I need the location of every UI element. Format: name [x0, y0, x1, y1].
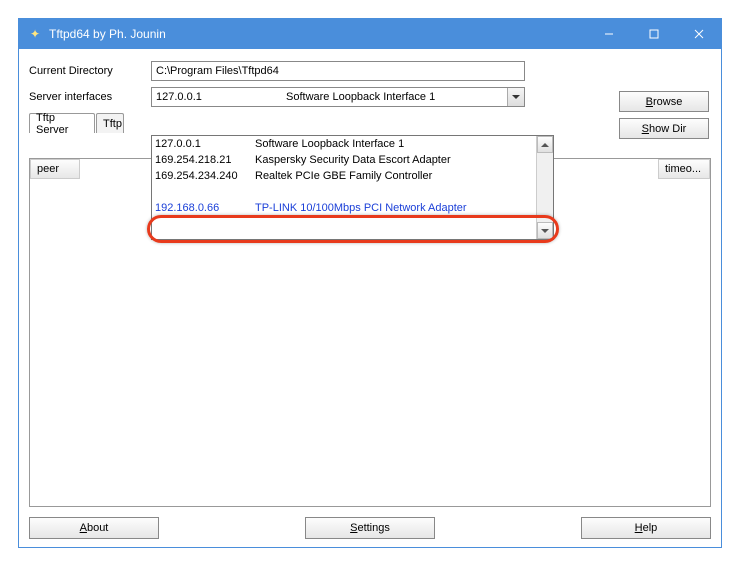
scroll-down-icon[interactable]	[537, 222, 553, 239]
help-button[interactable]: Help	[581, 517, 711, 539]
dropdown-item[interactable]: 169.254.218.21 Kaspersky Security Data E…	[152, 152, 536, 168]
close-button[interactable]	[676, 19, 721, 49]
scroll-up-icon[interactable]	[537, 136, 553, 153]
maximize-button[interactable]	[631, 19, 676, 49]
current-directory-row: Current Directory C:\Program Files\Tftpd…	[29, 61, 711, 81]
client-area: Current Directory C:\Program Files\Tftpd…	[19, 49, 721, 547]
current-directory-value: C:\Program Files\Tftpd64	[156, 65, 279, 77]
selected-interface-ip: 127.0.0.1	[156, 91, 286, 103]
column-header-timeout[interactable]: timeo...	[658, 159, 710, 179]
current-directory-field[interactable]: C:\Program Files\Tftpd64	[151, 61, 525, 81]
tabs-bar: Tftp Server Tftp	[29, 113, 711, 133]
app-icon: ✦	[27, 26, 43, 42]
server-interfaces-label: Server interfaces	[29, 91, 151, 103]
titlebar[interactable]: ✦ Tftpd64 by Ph. Jounin	[19, 19, 721, 49]
dropdown-item[interactable]	[152, 184, 536, 200]
tab-tftp-server[interactable]: Tftp Server	[29, 113, 95, 133]
window-title: Tftpd64 by Ph. Jounin	[49, 27, 586, 41]
column-header-peer[interactable]: peer	[30, 159, 80, 179]
app-window: ✦ Tftpd64 by Ph. Jounin Current Director…	[18, 18, 722, 548]
dropdown-arrow-icon[interactable]	[507, 88, 524, 106]
interfaces-dropdown-list: 127.0.0.1 Software Loopback Interface 1 …	[151, 135, 554, 240]
browse-button[interactable]: Browse	[619, 91, 709, 112]
minimize-button[interactable]	[586, 19, 631, 49]
current-directory-label: Current Directory	[29, 65, 151, 77]
server-interfaces-row: Server interfaces 127.0.0.1 Software Loo…	[29, 87, 711, 107]
dropdown-scrollbar[interactable]	[536, 136, 553, 239]
dropdown-item[interactable]: 127.0.0.1 Software Loopback Interface 1	[152, 136, 536, 152]
tab-tftp-partial[interactable]: Tftp	[96, 113, 124, 133]
dropdown-item[interactable]: 169.254.234.240 Realtek PCIe GBE Family …	[152, 168, 536, 184]
window-controls	[586, 19, 721, 49]
bottom-button-row: About Settings Help	[29, 517, 711, 539]
about-button[interactable]: About	[29, 517, 159, 539]
dropdown-item-highlighted[interactable]: 192.168.0.66 TP-LINK 10/100Mbps PCI Netw…	[152, 200, 536, 216]
settings-button[interactable]: Settings	[305, 517, 435, 539]
server-interfaces-dropdown[interactable]: 127.0.0.1 Software Loopback Interface 1	[151, 87, 525, 107]
selected-interface-name: Software Loopback Interface 1	[286, 91, 435, 103]
